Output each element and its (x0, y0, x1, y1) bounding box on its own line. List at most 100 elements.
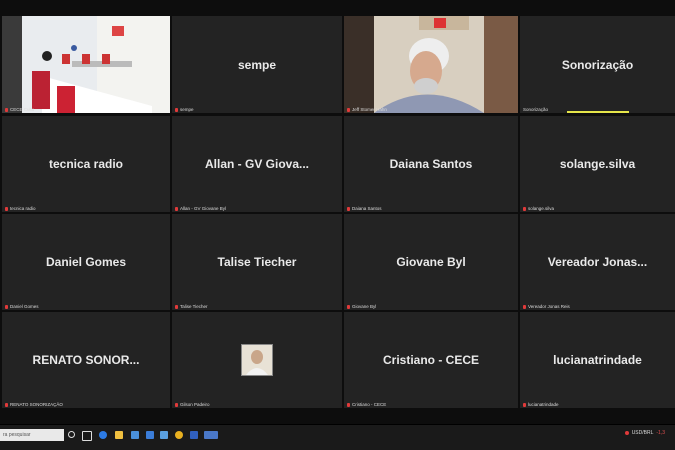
participant-display-name: sempe (237, 57, 277, 72)
participant-display-name: lucianatrindade (553, 353, 642, 367)
participant-display-name: Daiana Santos (389, 157, 473, 171)
participant-tile-talise-tiecher[interactable]: Talise Tiecher Talise Tiecher (172, 214, 342, 310)
cortana-icon[interactable] (68, 431, 75, 438)
participant-tile-gilson-padeiro[interactable]: Gilson Padeiro (172, 312, 342, 408)
speaking-indicator (566, 111, 629, 113)
participant-tile-cece-cultu[interactable]: CECE Cultu (2, 16, 170, 113)
mail-icon[interactable] (146, 431, 154, 439)
file-explorer-icon[interactable] (115, 431, 123, 439)
name-text: Talise Tiecher (180, 304, 208, 309)
participant-display-name: Daniel Gomes (45, 255, 127, 269)
profile-photo-image (242, 345, 272, 375)
participant-tile-solange-silva[interactable]: solange.silva solange.silva (520, 116, 675, 212)
profile-photo (241, 344, 273, 376)
name-text: Daiana Santos (352, 206, 382, 211)
room-video-image (2, 16, 170, 113)
participant-name-label: Vereador Jonas Reis (523, 304, 570, 309)
mic-muted-icon (5, 206, 8, 211)
search-box[interactable]: ra pesquisar (0, 429, 64, 441)
name-text: RENATO SONORIZAÇÃO (10, 402, 63, 407)
mic-muted-icon (5, 402, 8, 407)
name-text: CECE Cultu (10, 107, 35, 112)
participant-tile-sonorizacao[interactable]: Sonorização Sonorização (520, 16, 675, 113)
participant-name-label: sempe (175, 107, 194, 112)
person-video-image (344, 16, 518, 113)
participant-tile-allan[interactable]: Allan - GV Giova... Allan - GV Giovane B… (172, 116, 342, 212)
mic-muted-icon (347, 107, 350, 112)
participant-name-label: Daiana Santos (347, 206, 382, 211)
participant-tile-sempe[interactable]: sempe sempe (172, 16, 342, 113)
name-text: Sonorização (523, 107, 549, 112)
mic-muted-icon (523, 304, 526, 309)
participant-tile-daiana-santos[interactable]: Daiana Santos Daiana Santos (344, 116, 518, 212)
edge-icon[interactable] (99, 431, 107, 439)
zoom-icon[interactable] (204, 431, 218, 439)
mic-muted-icon (175, 304, 178, 309)
participant-name-label: Gilson Padeiro (175, 402, 210, 407)
participant-name-label: Giovane Byl (347, 304, 376, 309)
participant-tile-renato[interactable]: RENATO SONOR... RENATO SONORIZAÇÃO (2, 312, 170, 408)
participant-display-name: Allan - GV Giova... (204, 157, 310, 171)
person-video (344, 16, 518, 113)
name-text: Cristiano - CECE (352, 402, 387, 407)
chrome-icon[interactable] (175, 431, 183, 439)
participant-display-name: tecnica radio (48, 157, 124, 171)
mic-muted-icon (5, 107, 8, 112)
mic-muted-icon (347, 206, 350, 211)
participant-tile-cristiano[interactable]: Cristiano - CECE Cristiano - CECE (344, 312, 518, 408)
mic-muted-icon (5, 304, 8, 309)
app-icon[interactable] (160, 431, 168, 439)
participant-display-name: Giovane Byl (396, 255, 466, 269)
name-text: Gilson Padeiro (180, 402, 210, 407)
windows-taskbar: ra pesquisar USD/BRL -1,3 (0, 424, 675, 450)
participant-name-label: Talise Tiecher (175, 304, 208, 309)
mic-muted-icon (347, 402, 350, 407)
participant-display-name: RENATO SONOR... (32, 353, 140, 367)
participant-display-name: solange.silva (559, 157, 636, 171)
participant-tile-lucianatrindade[interactable]: lucianatrindade lucianatrindade (520, 312, 675, 408)
participant-name-label: Jeff Stomer Hahn (347, 107, 387, 112)
participant-display-name: Vereador Jonas... (547, 255, 648, 269)
name-text: Allan - GV Giovane Byl (180, 206, 227, 211)
name-text: Daniel Gomes (10, 304, 39, 309)
participant-tile-jeff[interactable]: Jeff Stomer Hahn (344, 16, 518, 113)
name-text: sempe (180, 107, 194, 112)
participant-name-label: Sonorização (523, 107, 548, 112)
task-view-icon[interactable] (82, 431, 92, 441)
system-tray: USD/BRL -1,3 (624, 430, 665, 436)
participant-name-label: CECE Cultu (5, 107, 34, 112)
app-icon-2[interactable] (190, 431, 198, 439)
name-text: Vereador Jonas Reis (528, 304, 570, 309)
mic-muted-icon (347, 304, 350, 309)
mic-muted-icon (175, 206, 178, 211)
name-text: solange.silva (528, 206, 555, 211)
participant-name-label: Daniel Gomes (5, 304, 39, 309)
mic-muted-icon (175, 402, 178, 407)
participant-tile-vereador-jonas[interactable]: Vereador Jonas... Vereador Jonas Reis (520, 214, 675, 310)
room-video (2, 16, 170, 113)
participant-name-label: Allan - GV Giovane Byl (175, 206, 226, 211)
store-icon[interactable] (131, 431, 139, 439)
participant-tile-giovane-byl[interactable]: Giovane Byl Giovane Byl (344, 214, 518, 310)
participant-display-name: Sonorização (561, 57, 634, 72)
participant-tile-daniel-gomes[interactable]: Daniel Gomes Daniel Gomes (2, 214, 170, 310)
participant-tile-tecnica-radio[interactable]: tecnica radio tecnica radio (2, 116, 170, 212)
stock-ticker: USD/BRL (631, 430, 654, 436)
participant-name-label: tecnica radio (5, 206, 36, 211)
name-text: Jeff Stomer Hahn (352, 107, 387, 112)
name-text: tecnica radio (10, 206, 36, 211)
video-conference-screen: CECE Cultu sempe sempe Jeff Stomer Hahn … (0, 0, 675, 450)
participant-name-label: lucianatrindade (523, 402, 559, 407)
participant-display-name: Cristiano - CECE (382, 353, 479, 367)
participant-name-label: Cristiano - CECE (347, 402, 386, 407)
stock-value: -1,3 (656, 430, 665, 436)
participant-name-label: RENATO SONORIZAÇÃO (5, 402, 63, 407)
mic-muted-icon (523, 402, 526, 407)
participant-display-name: Talise Tiecher (217, 255, 297, 269)
participant-name-label: solange.silva (523, 206, 554, 211)
name-text: lucianatrindade (528, 402, 559, 407)
mic-muted-icon (523, 206, 526, 211)
name-text: Giovane Byl (352, 304, 377, 309)
stock-indicator-icon (624, 431, 629, 435)
mic-muted-icon (175, 107, 178, 112)
